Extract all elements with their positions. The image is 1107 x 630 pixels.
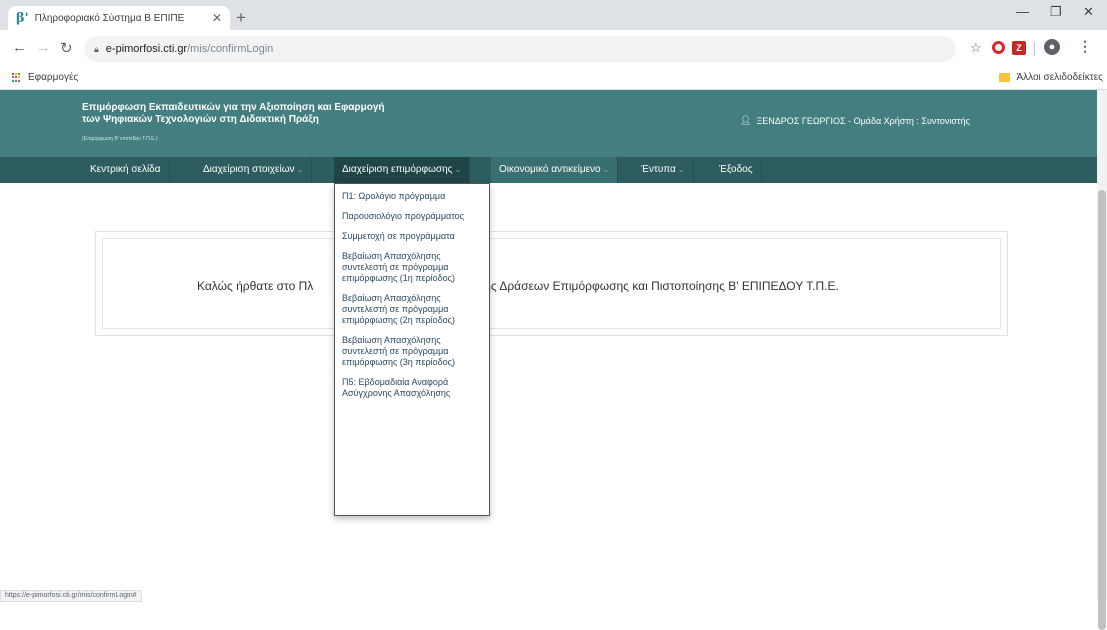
bookmarks-bar: Εφαρμογές Άλλοι σελιδοδείκτες — [0, 68, 1107, 90]
back-icon[interactable]: ← — [12, 39, 27, 56]
page-scrollbar[interactable] — [1097, 90, 1107, 630]
opera-extension-icon[interactable] — [992, 41, 1005, 54]
new-tab-icon[interactable]: + — [236, 8, 246, 28]
status-bar-url: https://e-pimorfosi.cti.gr/mis/confirmLo… — [0, 590, 142, 602]
bookmark-star-icon[interactable]: ☆ — [970, 40, 982, 56]
nav-data-management-label: Διαχείριση στοιχείων — [203, 164, 295, 175]
site-title-line1: Επιμόρφωση Εκπαιδευτικών για την Αξιοποί… — [82, 102, 385, 113]
minimize-icon[interactable]: — — [1016, 4, 1029, 19]
page-content: Επιμόρφωση Εκπαιδευτικών για την Αξιοποί… — [0, 90, 1107, 600]
nav-logout[interactable]: Έξοδος — [711, 157, 762, 183]
site-title: Επιμόρφωση Εκπαιδευτικών για την Αξιοποί… — [82, 102, 385, 126]
browser-toolbar: ← → ↻ 🔒︎ e-pimorfosi.cti.gr/mis/confirmL… — [0, 30, 1107, 68]
nav-forms[interactable]: Έντυπα ⌄ — [633, 157, 694, 183]
other-bookmarks-label: Άλλοι σελιδοδείκτες — [1016, 72, 1103, 83]
other-bookmarks[interactable]: Άλλοι σελιδοδείκτες — [999, 72, 1103, 83]
dropdown-item-timetable[interactable]: Π1: Ωρολόγιο πρόγραμμα — [342, 191, 482, 202]
welcome-text-start: Καλώς ήρθατε στο Πλ — [197, 279, 314, 293]
nav-training-management[interactable]: Διαχείριση επιμόρφωσης ⌄ — [334, 157, 471, 183]
reload-icon[interactable]: ↻ — [60, 39, 73, 57]
nav-forms-label: Έντυπα — [641, 164, 676, 175]
dropdown-item-participation[interactable]: Συμμετοχή σε προγράμματα — [342, 231, 482, 242]
nav-data-management[interactable]: Διαχείριση στοιχείων ⌄ — [195, 157, 313, 183]
site-header: Επιμόρφωση Εκπαιδευτικών για την Αξιοποί… — [0, 90, 1097, 157]
window-close-icon[interactable]: ✕ — [1083, 4, 1094, 20]
browser-menu-icon[interactable]: ⋮ — [1078, 38, 1092, 55]
browser-tab-strip: β' Πληροφοριακό Σύστημα Β ΕΠΙΠΕ ✕ + — ❐ … — [0, 0, 1107, 30]
apps-grid-icon — [12, 72, 22, 83]
dropdown-item-weekly-report[interactable]: Π5: Εβδομαδιαία Αναφορά Ασύγχρονης Απασχ… — [342, 377, 482, 399]
chevron-down-icon: ⌄ — [454, 165, 462, 174]
site-favicon-icon: β' — [16, 10, 29, 26]
welcome-panel: Καλώς ήρθατε στο Πλ είρισης Δράσεων Επιμό… — [95, 231, 1008, 336]
toolbar-separator — [1034, 42, 1035, 56]
user-icon: 👤︎ — [740, 115, 752, 125]
nav-financial[interactable]: Οικονομικό αντικείμενο ⌄ — [491, 157, 619, 183]
chevron-down-icon: ⌄ — [602, 165, 610, 174]
pdf-extension-icon[interactable]: Z — [1012, 41, 1026, 55]
tab-title: Πληροφοριακό Σύστημα Β ΕΠΙΠΕ — [34, 12, 185, 24]
address-bar[interactable]: 🔒︎ e-pimorfosi.cti.gr/mis/confirmLogin — [84, 36, 956, 62]
main-nav: Κεντρική σελίδα Διαχείριση στοιχείων ⌄ Δι… — [0, 157, 1097, 183]
url-host: e-pimorfosi.cti.gr — [105, 43, 188, 55]
user-info-text: ΞΕΝΔΡΟΣ ΓΕΩΡΓΙΟΣ - Ομάδα Χρήστη : Συντον… — [756, 115, 970, 126]
restore-icon[interactable]: ❐ — [1050, 4, 1062, 20]
scrollbar-thumb[interactable] — [1098, 190, 1106, 630]
nav-financial-label: Οικονομικό αντικείμενο — [499, 164, 601, 175]
dropdown-item-certificate-period2[interactable]: Βεβαίωση Απασχόλησης συντελεστή σε πρόγρ… — [342, 293, 482, 326]
url-path: /mis/confirmLogin — [187, 43, 274, 55]
dropdown-item-certificate-period1[interactable]: Βεβαίωση Απασχόλησης συντελεστή σε πρόγρ… — [342, 251, 482, 284]
profile-avatar-icon[interactable]: ● — [1044, 39, 1060, 55]
tab-close-icon[interactable]: ✕ — [212, 11, 222, 25]
dropdown-item-certificate-period3[interactable]: Βεβαίωση Απασχόλησης συντελεστή σε πρόγρ… — [342, 335, 482, 368]
browser-tab[interactable]: β' Πληροφοριακό Σύστημα Β ΕΠΙΠΕ ✕ — [8, 6, 230, 30]
forward-icon[interactable]: → — [36, 39, 51, 56]
chevron-down-icon: ⌄ — [296, 165, 304, 174]
site-title-line2: των Ψηφιακών Τεχνολογιών στη Διδακτική Π… — [82, 114, 319, 125]
welcome-message: Καλώς ήρθατε στο Πλ είρισης Δράσεων Επιμό… — [197, 279, 839, 293]
nav-home-label: Κεντρική σελίδα — [90, 164, 161, 175]
nav-training-management-label: Διαχείριση επιμόρφωσης — [342, 164, 453, 175]
dropdown-item-attendance[interactable]: Παρουσιολόγιο προγράμματος — [342, 211, 482, 222]
chevron-down-icon: ⌄ — [677, 165, 685, 174]
nav-logout-label: Έξοδος — [719, 164, 753, 175]
training-management-dropdown: Π1: Ωρολόγιο πρόγραμμα Παρουσιολόγιο προ… — [334, 183, 490, 516]
lock-icon: 🔒︎ — [94, 43, 99, 54]
welcome-panel-inner: Καλώς ήρθατε στο Πλ είρισης Δράσεων Επιμό… — [102, 238, 1001, 329]
apps-shortcut[interactable]: Εφαρμογές — [12, 72, 78, 83]
folder-icon — [999, 73, 1011, 82]
site-subtitle: (Επιμόρφωση Β' επιπέδου Τ.Π.Ε.) — [82, 136, 158, 142]
nav-home[interactable]: Κεντρική σελίδα — [82, 157, 170, 183]
welcome-text-end: είρισης Δράσεων Επιμόρφωσης και Πιστοποί… — [459, 279, 839, 293]
apps-label: Εφαρμογές — [28, 72, 79, 83]
user-info: 👤︎ ΞΕΝΔΡΟΣ ΓΕΩΡΓΙΟΣ - Ομάδα Χρήστη : Συν… — [740, 115, 970, 126]
